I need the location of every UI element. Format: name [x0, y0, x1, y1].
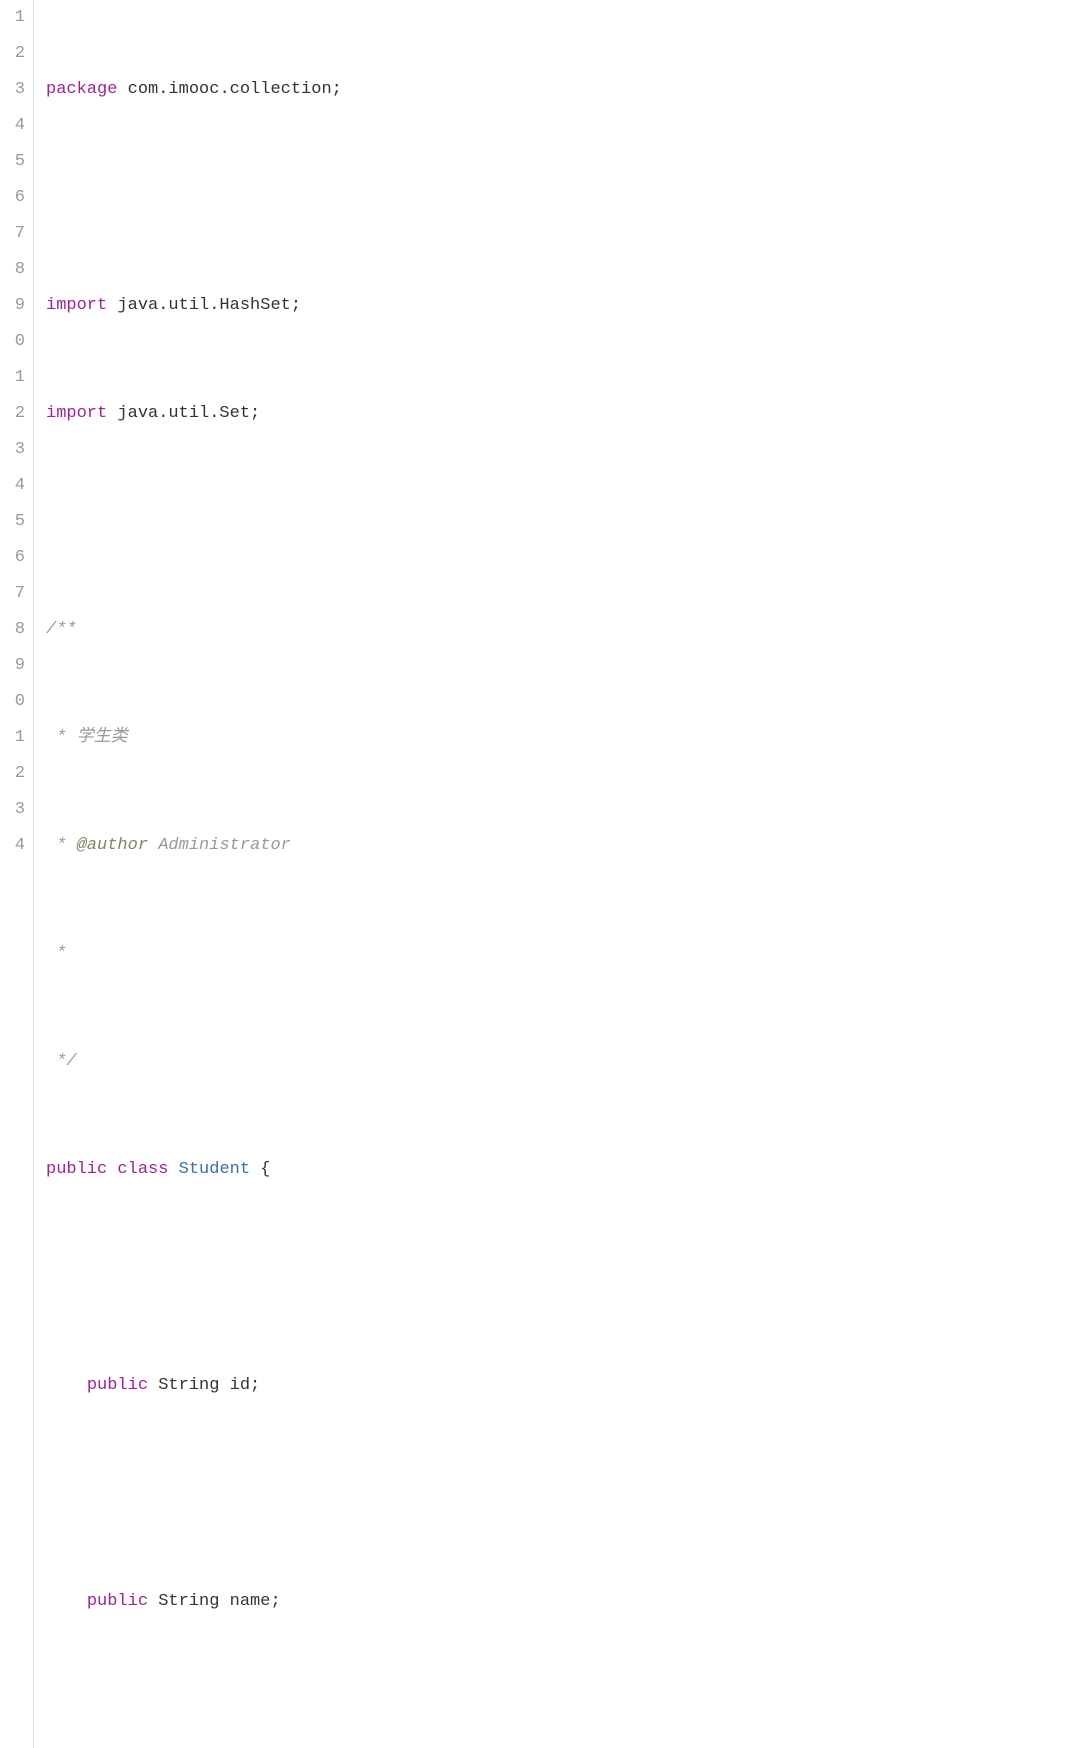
- code-line[interactable]: import java.util.Set;: [46, 396, 1077, 432]
- line-number: 1: [0, 0, 25, 36]
- line-number: 9: [0, 288, 25, 324]
- import-path: java.util.Set;: [107, 404, 260, 423]
- line-number: 8: [0, 252, 25, 288]
- line-number: 7: [0, 216, 25, 252]
- keyword-import: import: [46, 296, 107, 315]
- brace-open: {: [250, 1160, 270, 1179]
- code-line[interactable]: public class Student {: [46, 1152, 1077, 1188]
- line-number: 4: [0, 828, 25, 864]
- field-decl: String name;: [148, 1592, 281, 1611]
- code-line[interactable]: import java.util.HashSet;: [46, 288, 1077, 324]
- line-number: 8: [0, 612, 25, 648]
- code-line[interactable]: public String id;: [46, 1368, 1077, 1404]
- line-number: 2: [0, 756, 25, 792]
- code-line[interactable]: package com.imooc.collection;: [46, 72, 1077, 108]
- line-number: 2: [0, 396, 25, 432]
- javadoc-author-value: Administrator: [148, 836, 291, 855]
- keyword-public: public: [46, 1160, 107, 1179]
- line-number: 4: [0, 108, 25, 144]
- code-line[interactable]: */: [46, 1044, 1077, 1080]
- line-number: 1: [0, 720, 25, 756]
- code-line[interactable]: [46, 504, 1077, 540]
- line-number: 5: [0, 504, 25, 540]
- javadoc-close: */: [46, 1052, 77, 1071]
- line-number: 4: [0, 468, 25, 504]
- javadoc-author-prefix: *: [46, 836, 77, 855]
- class-name: Student: [179, 1160, 250, 1179]
- line-number: 5: [0, 144, 25, 180]
- line-number: 3: [0, 432, 25, 468]
- line-number: 0: [0, 324, 25, 360]
- field-decl: String id;: [148, 1376, 260, 1395]
- line-number: 6: [0, 180, 25, 216]
- code-line[interactable]: * 学生类: [46, 720, 1077, 756]
- line-number: 1: [0, 360, 25, 396]
- import-path: java.util.HashSet;: [107, 296, 301, 315]
- line-number: 7: [0, 576, 25, 612]
- line-number: 2: [0, 36, 25, 72]
- code-line[interactable]: *: [46, 936, 1077, 972]
- line-number: 6: [0, 540, 25, 576]
- code-line[interactable]: [46, 180, 1077, 216]
- line-number: 3: [0, 72, 25, 108]
- line-number: 3: [0, 792, 25, 828]
- javadoc-desc: * 学生类: [46, 728, 128, 747]
- line-number: 9: [0, 648, 25, 684]
- javadoc-line: *: [46, 944, 66, 963]
- javadoc-open: /**: [46, 620, 77, 639]
- keyword-public: public: [87, 1376, 148, 1395]
- code-line[interactable]: * @author Administrator: [46, 828, 1077, 864]
- indent: [46, 1376, 87, 1395]
- keyword-package: package: [46, 80, 117, 99]
- code-line[interactable]: /**: [46, 612, 1077, 648]
- keyword-class: class: [117, 1160, 168, 1179]
- code-line[interactable]: [46, 1476, 1077, 1512]
- keyword-public: public: [87, 1592, 148, 1611]
- code-line[interactable]: [46, 1692, 1077, 1728]
- code-editor[interactable]: package com.imooc.collection; import jav…: [34, 0, 1077, 1748]
- javadoc-tag-author: @author: [77, 836, 148, 855]
- package-name: com.imooc.collection;: [117, 80, 341, 99]
- line-number-gutter: 1 2 3 4 5 6 7 8 9 0 1 2 3 4 5 6 7 8 9 0 …: [0, 0, 34, 1748]
- keyword-import: import: [46, 404, 107, 423]
- code-line[interactable]: public String name;: [46, 1584, 1077, 1620]
- indent: [46, 1592, 87, 1611]
- line-number: 0: [0, 684, 25, 720]
- code-line[interactable]: [46, 1260, 1077, 1296]
